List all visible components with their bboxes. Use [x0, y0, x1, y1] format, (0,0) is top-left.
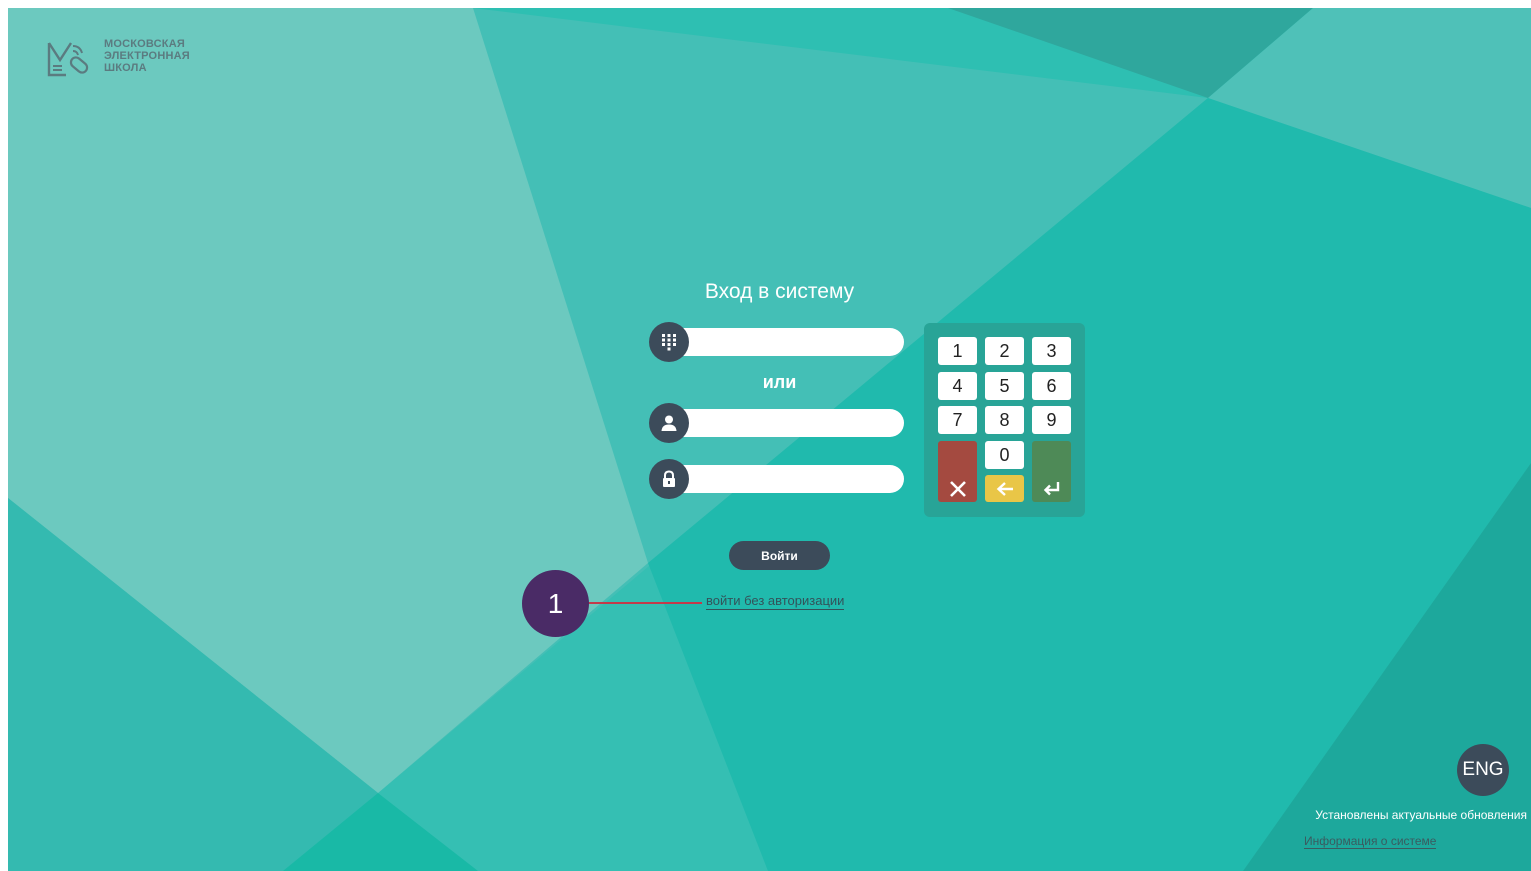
key-0[interactable]: 0	[985, 441, 1024, 469]
numeric-keypad: 1 2 3 4 5 6 7 8 9 0	[924, 323, 1085, 517]
key-4[interactable]: 4	[938, 372, 977, 400]
pin-field[interactable]	[649, 322, 904, 362]
key-9[interactable]: 9	[1032, 406, 1071, 434]
language-button[interactable]: ENG	[1457, 744, 1509, 796]
key-7[interactable]: 7	[938, 406, 977, 434]
close-icon	[949, 481, 966, 497]
login-title: Вход в систему	[704, 280, 855, 303]
login-input[interactable]	[667, 409, 904, 437]
lock-icon	[649, 459, 689, 499]
enter-key[interactable]	[1032, 441, 1071, 502]
key-8[interactable]: 8	[985, 406, 1024, 434]
logo-text-line3: ШКОЛА	[104, 62, 147, 74]
logo-text-line2: ЭЛЕКТРОННАЯ	[104, 50, 190, 62]
mes-logo: МОСКОВСКАЯ ЭЛЕКТРОННАЯ ШКОЛА	[46, 38, 190, 80]
backspace-key[interactable]	[985, 475, 1024, 502]
key-6[interactable]: 6	[1032, 372, 1071, 400]
login-without-auth-link[interactable]: войти без авторизации	[706, 593, 845, 610]
update-status: Установлены актуальные обновления	[1315, 808, 1527, 822]
arrow-left-icon	[996, 481, 1013, 496]
pin-input[interactable]	[667, 328, 904, 356]
mes-logo-icon	[47, 42, 89, 77]
user-icon	[649, 403, 689, 443]
login-field[interactable]	[649, 403, 904, 443]
key-2[interactable]: 2	[985, 337, 1024, 365]
clear-key[interactable]	[938, 441, 977, 502]
password-input[interactable]	[667, 465, 904, 493]
key-5[interactable]: 5	[985, 372, 1024, 400]
enter-icon	[1043, 482, 1059, 496]
or-separator: или	[762, 372, 797, 392]
key-3[interactable]: 3	[1032, 337, 1071, 365]
callout-badge: 1	[522, 570, 589, 637]
system-info-link[interactable]: Информация о системе	[1304, 834, 1437, 849]
key-1[interactable]: 1	[938, 337, 977, 365]
callout-line	[588, 602, 702, 604]
login-button[interactable]: Войти	[729, 541, 830, 570]
keypad-icon	[649, 322, 689, 362]
logo-text-line1: МОСКОВСКАЯ	[104, 38, 185, 50]
login-screen: МОСКОВСКАЯ ЭЛЕКТРОННАЯ ШКОЛА Вход в сист…	[8, 8, 1531, 871]
password-field[interactable]	[649, 459, 904, 499]
